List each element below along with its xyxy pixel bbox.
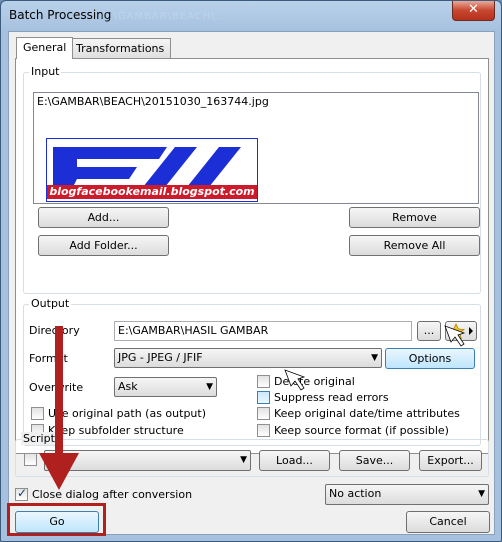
close-button[interactable]: ✕ [452, 1, 495, 21]
remove-all-button[interactable]: Remove All [349, 235, 480, 256]
close-icon: ✕ [468, 2, 479, 17]
script-load-button[interactable]: Load... [259, 450, 330, 471]
input-file-list[interactable]: E:\GAMBAR\BEACH\20151030_163744.jpg blog… [33, 92, 479, 204]
after-action-value: No action [329, 487, 382, 500]
checkmark-icon: ✓ [17, 486, 28, 500]
chevron-down-icon: ▼ [240, 455, 247, 465]
suppress-errors-label: Suppress read errors [274, 391, 389, 404]
suppress-errors-checkbox[interactable]: Suppress read errors [257, 391, 389, 404]
close-after-conversion-label: Close dialog after conversion [32, 488, 193, 501]
chevron-down-icon: ▼ [206, 382, 213, 392]
use-original-path-box[interactable] [31, 407, 44, 420]
chevron-down-icon: ▼ [371, 353, 378, 363]
keep-format-label: Keep source format (if possible) [274, 424, 449, 437]
overwrite-select[interactable]: Ask ▼ [114, 377, 217, 397]
format-options-button[interactable]: Options [385, 348, 475, 369]
input-group: Input E:\GAMBAR\BEACH\20151030_163744.jp… [23, 65, 481, 294]
dropdown-arrow-icon [469, 327, 473, 335]
keep-date-label: Keep original date/time attributes [274, 407, 460, 420]
close-after-conversion-checkbox[interactable]: ✓ Close dialog after conversion [15, 486, 193, 501]
keep-date-checkbox[interactable]: Keep original date/time attributes [257, 407, 460, 420]
remove-button[interactable]: Remove [349, 207, 480, 228]
directory-input[interactable]: E:\GAMBAR\HASIL GAMBAR [114, 321, 412, 341]
format-label: Format [29, 352, 68, 365]
keep-date-box[interactable] [257, 407, 270, 420]
after-action-select[interactable]: No action ▼ [325, 484, 489, 505]
tab-transformations-label: Transformations [76, 42, 165, 55]
format-select-value: JPG - JPEG / JFIF [118, 351, 203, 364]
use-original-path-checkbox[interactable]: Use original path (as output) [31, 407, 206, 420]
keep-format-checkbox[interactable]: Keep source format (if possible) [257, 424, 449, 437]
script-group: Script ▼ Load... Save... Export... [15, 432, 489, 477]
ghost-title: C:\GAMBAR\BEACH\... [101, 11, 229, 22]
dialog-body: General Transformations Input E:\GAMBAR\… [8, 31, 495, 535]
script-group-label: Script [21, 432, 57, 445]
favorites-button[interactable] [445, 321, 477, 341]
window-title: Batch Processing [9, 8, 112, 22]
script-select[interactable]: ▼ [44, 450, 251, 471]
tab-general-label: General [23, 41, 67, 54]
tab-general[interactable]: General [16, 37, 74, 59]
output-group: Output Directory E:\GAMBAR\HASIL GAMBAR … [23, 297, 481, 446]
cancel-button[interactable]: Cancel [406, 511, 490, 533]
script-save-button[interactable]: Save... [339, 450, 410, 471]
batch-processing-window: Batch Processing C:\GAMBAR\BEACH\... ✕ G… [0, 0, 502, 542]
add-button[interactable]: Add... [38, 207, 169, 228]
chevron-down-icon: ▼ [478, 489, 485, 499]
keep-format-box[interactable] [257, 424, 270, 437]
overwrite-label: Overwrite [29, 381, 84, 394]
overwrite-select-value: Ask [118, 380, 138, 393]
delete-original-checkbox[interactable]: Delete original [257, 375, 355, 388]
add-folder-button[interactable]: Add Folder... [38, 235, 169, 256]
close-after-conversion-box[interactable]: ✓ [15, 486, 28, 501]
thumbnail-preview: blogfacebookemail.blogspot.com [46, 138, 258, 202]
keep-subfolder-label: Keep subfolder structure [48, 424, 184, 437]
delete-original-label: Delete original [274, 375, 355, 388]
go-button-highlight [7, 503, 106, 536]
input-file-item[interactable]: E:\GAMBAR\BEACH\20151030_163744.jpg [37, 95, 269, 108]
star-icon [447, 323, 473, 340]
suppress-errors-box[interactable] [257, 391, 270, 404]
script-enable-checkbox[interactable] [24, 453, 37, 466]
input-group-label: Input [29, 65, 62, 78]
tab-transformations[interactable]: Transformations [69, 38, 172, 58]
use-original-path-label: Use original path (as output) [48, 407, 206, 420]
script-export-button[interactable]: Export... [419, 450, 482, 471]
general-tab-panel: Input E:\GAMBAR\BEACH\20151030_163744.jp… [15, 58, 489, 454]
directory-label: Directory [29, 324, 80, 337]
format-select[interactable]: JPG - JPEG / JFIF ▼ [114, 348, 382, 368]
output-group-label: Output [29, 297, 72, 310]
delete-original-box[interactable] [257, 375, 270, 388]
title-bar[interactable]: Batch Processing C:\GAMBAR\BEACH\... ✕ [1, 1, 501, 31]
thumbnail-caption: blogfacebookemail.blogspot.com [47, 185, 257, 199]
browse-directory-button[interactable]: ... [417, 321, 441, 341]
